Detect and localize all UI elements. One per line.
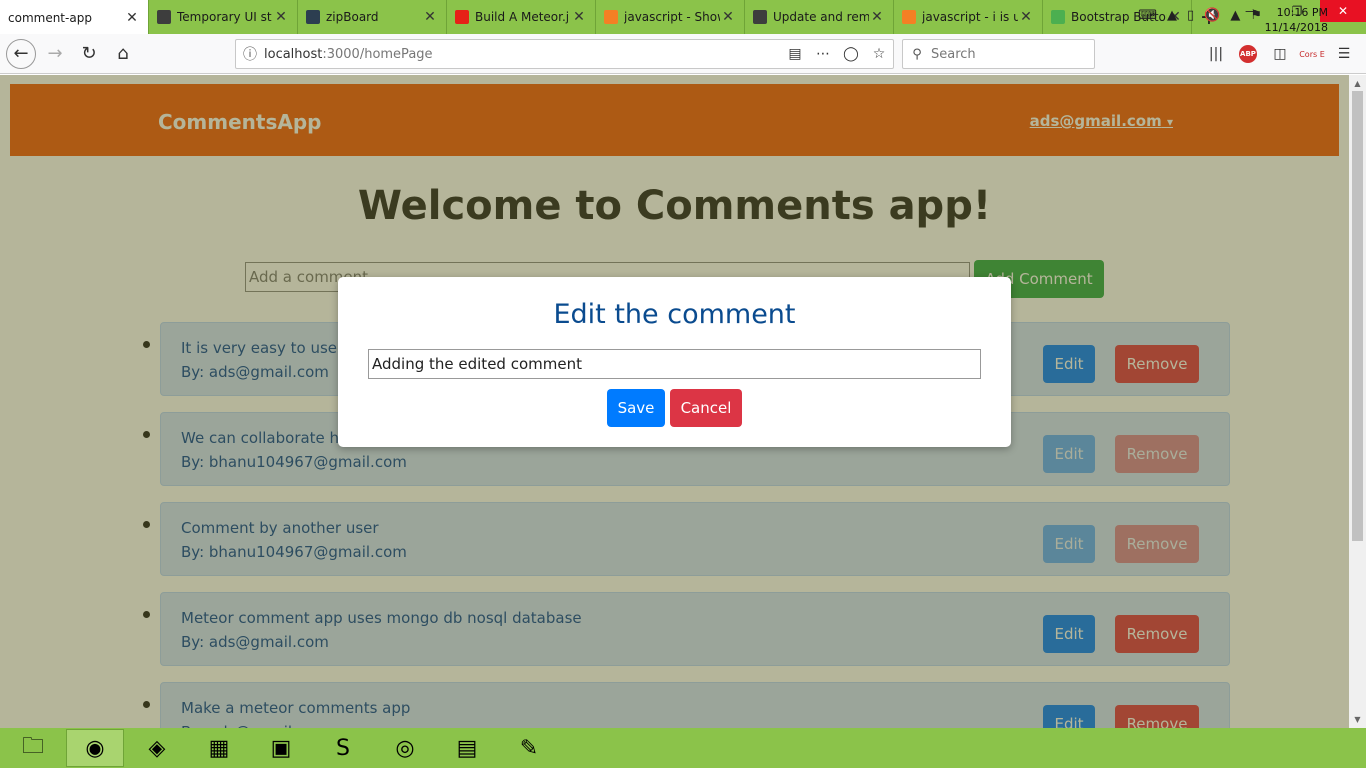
browser-tab[interactable]: comment-app ✕ bbox=[0, 0, 149, 35]
search-icon: ⚲ bbox=[912, 46, 922, 62]
tab-close-icon[interactable]: ✕ bbox=[869, 9, 885, 25]
action-center-icon[interactable]: ⚑ bbox=[1250, 8, 1262, 23]
keyboard-icon[interactable]: ⌨ bbox=[1138, 8, 1157, 23]
browser-tab[interactable]: javascript - Show ✕ bbox=[596, 0, 745, 34]
battery-icon[interactable]: ▯ bbox=[1187, 8, 1194, 23]
windows-taskbar: 🗀 ◉ ◈ ▦ ▣ S ◎ ▤ ✎ bbox=[0, 728, 1366, 768]
browser-tab[interactable]: Build A Meteor.j ✕ bbox=[447, 0, 596, 34]
clock-date: 11/14/2018 bbox=[1264, 21, 1328, 34]
url-text[interactable]: localhost:3000/homePage bbox=[264, 47, 781, 62]
show-hidden-icons-icon[interactable]: ▲ bbox=[1167, 8, 1177, 23]
save-button[interactable]: Save bbox=[607, 389, 665, 427]
winrar-icon[interactable]: ▦ bbox=[190, 729, 248, 767]
meteor-icon bbox=[753, 10, 767, 24]
sublime-text-icon[interactable]: S bbox=[314, 729, 372, 767]
system-clock[interactable]: 10:16 PM 11/14/2018 bbox=[1265, 5, 1328, 35]
address-bar[interactable]: ⓘ localhost:3000/homePage ▤ ⋯ ◯ ☆ bbox=[235, 39, 894, 69]
tab-label: Build A Meteor.j bbox=[475, 10, 570, 24]
edit-comment-modal: Edit the comment Save Cancel bbox=[338, 277, 1011, 447]
scroll-down-icon[interactable]: ▼ bbox=[1349, 715, 1366, 724]
network-icon[interactable]: ▲ bbox=[1230, 8, 1240, 23]
notepadplusplus-icon[interactable]: ✎ bbox=[500, 729, 558, 767]
w3schools-icon bbox=[1051, 10, 1065, 24]
stackoverflow-icon bbox=[604, 10, 618, 24]
virtualbox-icon[interactable]: ◈ bbox=[128, 729, 186, 767]
scrollbar-thumb[interactable] bbox=[1352, 91, 1363, 541]
meteor-icon bbox=[157, 10, 171, 24]
site-info-icon[interactable]: ⓘ bbox=[236, 44, 264, 64]
home-icon[interactable]: ⌂ bbox=[108, 39, 138, 69]
edit-comment-input[interactable] bbox=[368, 349, 981, 379]
file-explorer-icon[interactable]: 🗀 bbox=[4, 729, 62, 767]
firefox-icon[interactable]: ◉ bbox=[66, 729, 124, 767]
page-scrollbar[interactable]: ▲ ▼ bbox=[1349, 75, 1366, 728]
tab-label: comment-app bbox=[8, 10, 92, 25]
volume-muted-icon[interactable]: 🔇 bbox=[1204, 8, 1220, 23]
forward-icon[interactable]: → bbox=[40, 39, 70, 69]
tab-label: Update and remo bbox=[773, 10, 869, 24]
youtube-icon bbox=[455, 10, 469, 24]
back-icon[interactable]: ← bbox=[6, 38, 36, 69]
scroll-up-icon[interactable]: ▲ bbox=[1349, 79, 1366, 88]
sidebar-icon[interactable]: ◫ bbox=[1264, 46, 1296, 62]
zipboard-icon bbox=[306, 10, 320, 24]
tab-label: zipBoard bbox=[326, 10, 379, 24]
search-bar[interactable]: ⚲ Search bbox=[902, 39, 1095, 69]
search-placeholder: Search bbox=[931, 46, 976, 62]
terminal-icon[interactable]: ▣ bbox=[252, 729, 310, 767]
url-host: localhost bbox=[264, 46, 323, 62]
reload-icon[interactable]: ↻ bbox=[74, 39, 104, 69]
url-path: :3000/homePage bbox=[322, 46, 433, 62]
reader-view-icon[interactable]: ▤ bbox=[781, 46, 809, 62]
tab-close-icon[interactable]: ✕ bbox=[571, 9, 587, 25]
browser-toolbar: ← → ↻ ⌂ ⓘ localhost:3000/homePage ▤ ⋯ ◯ … bbox=[0, 34, 1366, 74]
clock-time: 10:16 PM bbox=[1276, 6, 1328, 19]
cancel-button[interactable]: Cancel bbox=[670, 389, 742, 427]
adblock-plus-icon[interactable]: ABP bbox=[1239, 45, 1257, 63]
page-actions-icon[interactable]: ⋯ bbox=[809, 46, 837, 62]
tab-close-icon[interactable]: ✕ bbox=[1018, 9, 1034, 25]
menu-icon[interactable]: ☰ bbox=[1328, 46, 1360, 62]
page-viewport: CommentsApp ads@gmail.com ▾ Welcome to C… bbox=[0, 75, 1349, 728]
browser-tab[interactable]: Update and remo ✕ bbox=[745, 0, 894, 34]
tab-close-icon[interactable]: ✕ bbox=[422, 9, 438, 25]
browser-tab[interactable]: Temporary UI st ✕ bbox=[149, 0, 298, 34]
cors-extension-icon[interactable]: Cors E bbox=[1296, 50, 1328, 59]
pocket-icon[interactable]: ◯ bbox=[837, 46, 865, 62]
tab-label: Temporary UI st bbox=[177, 10, 272, 24]
notepad-icon[interactable]: ▤ bbox=[438, 729, 496, 767]
tab-label: javascript - i is u bbox=[922, 10, 1018, 24]
stackoverflow-icon bbox=[902, 10, 916, 24]
tab-label: javascript - Show bbox=[624, 10, 720, 24]
tab-close-icon[interactable]: ✕ bbox=[720, 9, 736, 25]
tab-close-icon[interactable]: ✕ bbox=[124, 10, 140, 26]
bookmark-star-icon[interactable]: ☆ bbox=[865, 46, 893, 62]
chrome-icon[interactable]: ◎ bbox=[376, 729, 434, 767]
modal-title: Edit the comment bbox=[553, 299, 796, 330]
browser-tab[interactable]: zipBoard ✕ bbox=[298, 0, 447, 34]
browser-tab[interactable]: javascript - i is u ✕ bbox=[894, 0, 1043, 34]
library-icon[interactable]: ||| bbox=[1200, 46, 1232, 62]
browser-extensions: ||| ABP ◫ Cors E ☰ bbox=[1200, 39, 1360, 69]
tab-close-icon[interactable]: ✕ bbox=[273, 9, 289, 25]
system-tray: ⌨ ▲ ▯ 🔇 ▲ ⚑ bbox=[1128, 8, 1262, 23]
